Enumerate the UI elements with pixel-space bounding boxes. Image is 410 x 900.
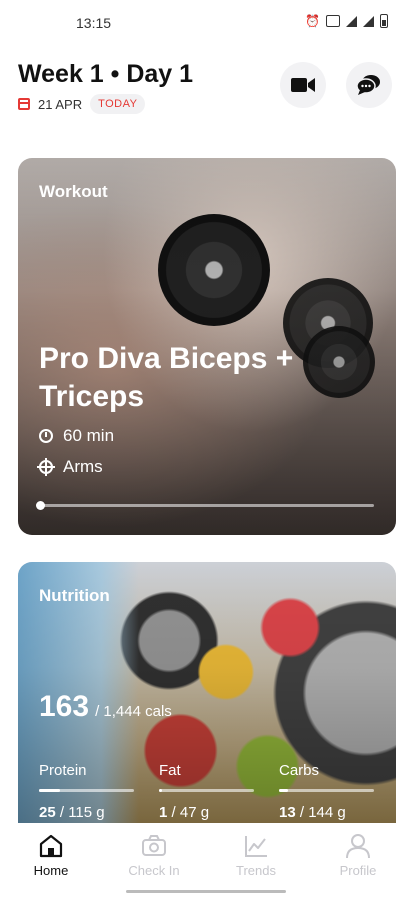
calories-total: / 1,444 cals [95, 703, 172, 720]
header: Week 1 • Day 1 21 APR TODAY [18, 58, 392, 122]
today-badge: TODAY [90, 94, 146, 114]
video-call-button[interactable] [280, 62, 326, 108]
macro-progress-bar [279, 789, 374, 792]
workout-card[interactable]: Workout Pro Diva Biceps + Triceps 60 min… [18, 158, 396, 535]
profile-icon [346, 834, 370, 859]
macro-progress-fill [279, 789, 288, 792]
macro-value: 13 / 144 g [279, 804, 374, 821]
date-line: 21 APR TODAY [18, 94, 146, 114]
workout-duration-text: 60 min [63, 426, 115, 445]
nutrition-label: Nutrition [39, 586, 110, 605]
alarm-icon: ⏰ [305, 14, 320, 28]
nav-trends[interactable]: Trends [216, 833, 296, 878]
nav-trends-label: Trends [236, 863, 276, 878]
nav-home[interactable]: Home [11, 833, 91, 878]
nfc-icon [326, 15, 340, 27]
workout-target-text: Arms [63, 457, 103, 476]
macros-row: Protein 25 / 115 g Fat 1 / 47 g Carbs 13… [39, 762, 374, 821]
macro-protein: Protein 25 / 115 g [39, 762, 134, 821]
workout-duration: 60 min [39, 426, 114, 446]
status-time: 13:15 [76, 15, 112, 31]
calories-value: 163 [39, 690, 90, 723]
cell-signal-icon [363, 15, 374, 27]
macro-name: Fat [159, 762, 181, 779]
macro-name: Protein [39, 762, 87, 779]
clock-icon [39, 429, 53, 443]
workout-progress-bar [36, 501, 374, 510]
macro-value: 25 / 115 g [39, 804, 134, 821]
target-icon [37, 458, 55, 476]
wifi-signal-icon [346, 15, 357, 27]
workout-label: Workout [39, 182, 108, 201]
nav-profile[interactable]: Profile [318, 833, 398, 878]
macro-current: 1 [159, 804, 168, 821]
macro-current: 25 [39, 804, 56, 821]
nav-profile-label: Profile [339, 863, 377, 878]
workout-target: Arms [37, 457, 103, 477]
workout-title: Pro Diva Biceps + Triceps [39, 342, 294, 413]
home-indicator [126, 890, 286, 893]
macro-progress-bar [39, 789, 134, 792]
workout-progress-dot [36, 501, 45, 510]
home-icon [39, 834, 63, 858]
macro-goal: / 115 g [59, 804, 105, 821]
macro-progress-fill [39, 789, 60, 792]
macro-progress-fill [159, 789, 162, 792]
macro-fat: Fat 1 / 47 g [159, 762, 254, 821]
nav-check-in-label: Check In [128, 863, 180, 878]
status-bar: 13:15 ⏰ [0, 0, 410, 46]
chat-button[interactable] [346, 62, 392, 108]
status-icons: ⏰ [305, 14, 388, 28]
bottom-nav: Home Check In Trends Profile [0, 823, 410, 900]
macro-name: Carbs [279, 762, 320, 779]
video-icon [291, 78, 315, 92]
macro-goal: / 144 g [299, 804, 346, 821]
chat-icon [357, 75, 380, 95]
macro-goal: / 47 g [171, 804, 210, 821]
battery-icon [380, 14, 388, 28]
camera-icon [142, 835, 166, 856]
macro-progress-bar [159, 789, 254, 792]
calories-summary: 163 / 1,444 cals [39, 690, 172, 724]
page-title: Week 1 • Day 1 [18, 60, 194, 88]
nutrition-card[interactable]: Nutrition 163 / 1,444 cals Protein 25 / … [18, 562, 396, 824]
nav-home-label: Home [33, 863, 69, 878]
current-date: 21 APR [38, 96, 83, 112]
macro-current: 13 [279, 804, 296, 821]
macro-value: 1 / 47 g [159, 804, 254, 821]
trends-icon [245, 836, 267, 857]
calendar-icon [18, 98, 30, 110]
macro-carbs: Carbs 13 / 144 g [279, 762, 374, 821]
nav-check-in[interactable]: Check In [114, 833, 194, 878]
